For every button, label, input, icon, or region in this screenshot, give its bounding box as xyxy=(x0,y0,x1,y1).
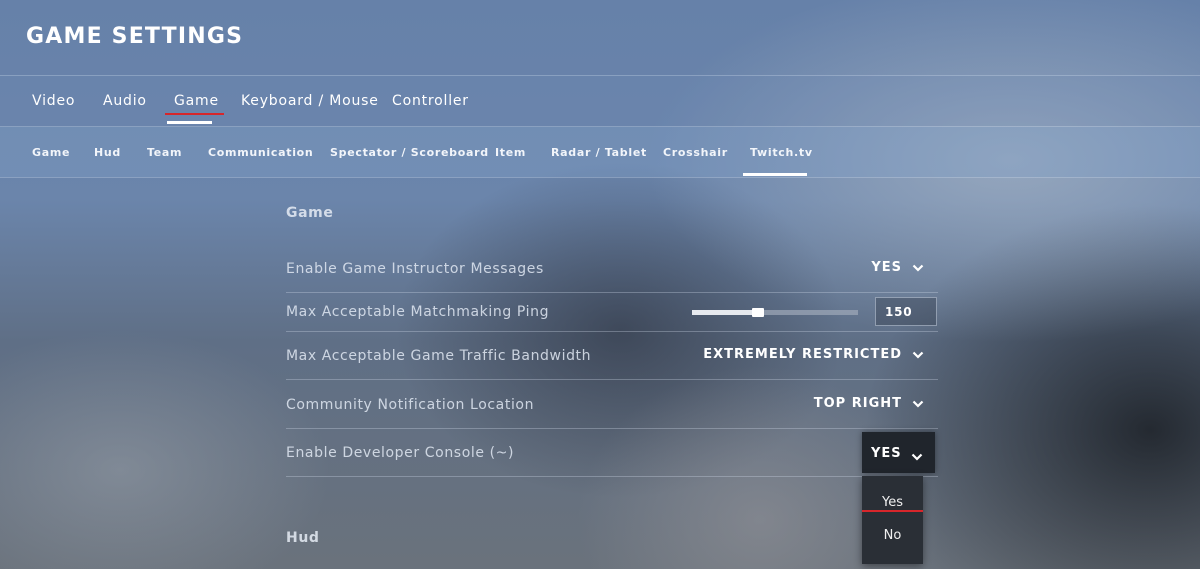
chevron-down-icon xyxy=(911,453,923,461)
top-header: GAME SETTINGS xyxy=(0,0,1200,75)
matchmaking-ping-slider[interactable] xyxy=(692,308,858,317)
menu-option-yes[interactable]: Yes xyxy=(862,495,923,510)
dropdown-value: YES xyxy=(871,446,902,461)
tab-controller[interactable]: Controller xyxy=(392,93,469,109)
subtab-twitch-tv[interactable]: Twitch.tv xyxy=(750,146,813,159)
dropdown-value: TOP RIGHT xyxy=(813,396,902,411)
dropdown-value: EXTREMELY RESTRICTED xyxy=(703,347,902,362)
chevron-down-icon xyxy=(912,400,924,408)
setting-label: Enable Developer Console (~) xyxy=(286,445,515,461)
slider-fill xyxy=(692,310,758,315)
setting-label: Max Acceptable Game Traffic Bandwidth xyxy=(286,348,592,364)
row-divider xyxy=(286,292,938,293)
subtab-communication[interactable]: Communication xyxy=(208,146,313,159)
chevron-down-icon xyxy=(912,351,924,359)
setting-label: Max Acceptable Matchmaking Ping xyxy=(286,304,550,320)
subtab-item[interactable]: Item xyxy=(495,146,526,159)
sub-tab-bar: Game Hud Team Communication Spectator / … xyxy=(0,127,1200,177)
menu-option-no[interactable]: No xyxy=(862,528,923,543)
tab-video[interactable]: Video xyxy=(32,93,75,109)
tab-game-focus-indicator xyxy=(165,113,224,115)
dropdown-value: YES xyxy=(871,260,902,275)
traffic-bandwidth-dropdown[interactable]: EXTREMELY RESTRICTED xyxy=(703,347,924,362)
game-settings-screen: GAME SETTINGS Video Audio Game Keyboard … xyxy=(0,0,1200,569)
notification-location-dropdown[interactable]: TOP RIGHT xyxy=(814,396,924,411)
tab-game[interactable]: Game xyxy=(174,93,219,109)
matchmaking-ping-input[interactable] xyxy=(875,297,937,326)
subtab-hud[interactable]: Hud xyxy=(94,146,121,159)
tab-game-selected-indicator xyxy=(167,121,212,124)
page-title: GAME SETTINGS xyxy=(26,24,244,49)
chevron-down-icon xyxy=(912,264,924,272)
subtabs-divider xyxy=(0,177,1200,178)
row-divider xyxy=(286,379,938,380)
tab-audio[interactable]: Audio xyxy=(103,93,147,109)
subtab-team[interactable]: Team xyxy=(147,146,182,159)
subtab-twitch-selected-indicator xyxy=(743,173,807,176)
menu-option-yes-highlight xyxy=(862,510,923,512)
chevron-wrap xyxy=(911,447,923,466)
developer-console-dropdown[interactable]: YES xyxy=(862,432,935,473)
setting-label: Community Notification Location xyxy=(286,397,535,413)
section-heading-hud: Hud xyxy=(286,530,320,546)
subtab-spectator-scoreboard[interactable]: Spectator / Scoreboard xyxy=(330,146,489,159)
row-divider xyxy=(286,331,938,332)
setting-label: Enable Game Instructor Messages xyxy=(286,261,544,277)
tab-keyboard-mouse[interactable]: Keyboard / Mouse xyxy=(241,93,379,109)
main-tab-bar: Video Audio Game Keyboard / Mouse Contro… xyxy=(0,76,1200,126)
developer-console-options-menu: Yes No xyxy=(862,476,923,564)
row-divider xyxy=(286,476,938,477)
subtab-game[interactable]: Game xyxy=(32,146,70,159)
slider-thumb[interactable] xyxy=(752,308,764,317)
row-divider xyxy=(286,428,938,429)
instructor-messages-dropdown[interactable]: YES xyxy=(871,260,924,275)
subtab-radar-tablet[interactable]: Radar / Tablet xyxy=(551,146,647,159)
section-heading-game: Game xyxy=(286,205,334,221)
subtab-crosshair[interactable]: Crosshair xyxy=(663,146,728,159)
